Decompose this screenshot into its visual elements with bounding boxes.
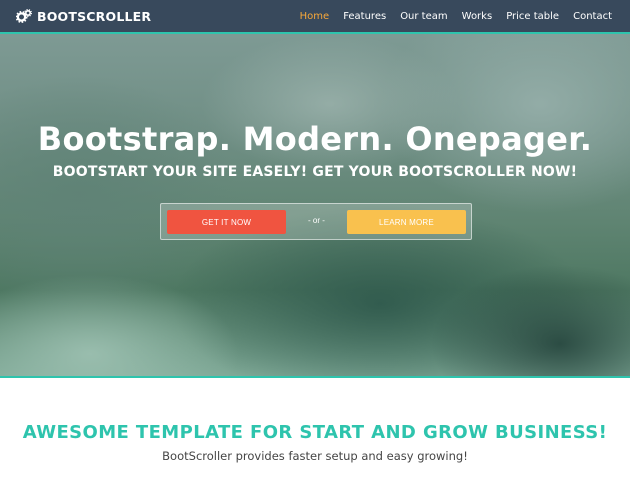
intro-heading: AWESOME TEMPLATE FOR START AND GROW BUSI… — [22, 422, 608, 443]
hero-section: Bootstrap. Modern. Onepager. BOOTSTART Y… — [0, 34, 630, 378]
cta-separator: - or - — [308, 216, 325, 225]
brand-logo[interactable]: BOOTSCROLLER — [16, 9, 151, 24]
hero-title: Bootstrap. Modern. Onepager. — [37, 120, 593, 158]
nav-item-home[interactable]: Home — [300, 11, 330, 22]
brand-name: BOOTSCROLLER — [37, 8, 152, 24]
nav-menu: Home Features Our team Works Price table… — [286, 11, 612, 22]
cogs-icon — [16, 9, 32, 23]
nav-item-works[interactable]: Works — [462, 11, 493, 22]
learn-more-button[interactable]: LEARN MORE — [347, 210, 466, 234]
cta-group: GET IT NOW - or - LEARN MORE — [160, 203, 472, 240]
nav-item-contact[interactable]: Contact — [573, 11, 612, 22]
intro-text: BootScroller provides faster setup and e… — [162, 449, 468, 463]
intro-section: AWESOME TEMPLATE FOR START AND GROW BUSI… — [0, 380, 630, 500]
nav-item-features[interactable]: Features — [343, 11, 386, 22]
navbar: BOOTSCROLLER Home Features Our team Work… — [0, 0, 630, 34]
nav-item-our-team[interactable]: Our team — [400, 11, 447, 22]
hero-subtitle: BOOTSTART YOUR SITE EASELY! GET YOUR BOO… — [52, 164, 578, 180]
get-it-now-button[interactable]: GET IT NOW — [167, 210, 286, 234]
nav-item-price-table[interactable]: Price table — [506, 11, 559, 22]
